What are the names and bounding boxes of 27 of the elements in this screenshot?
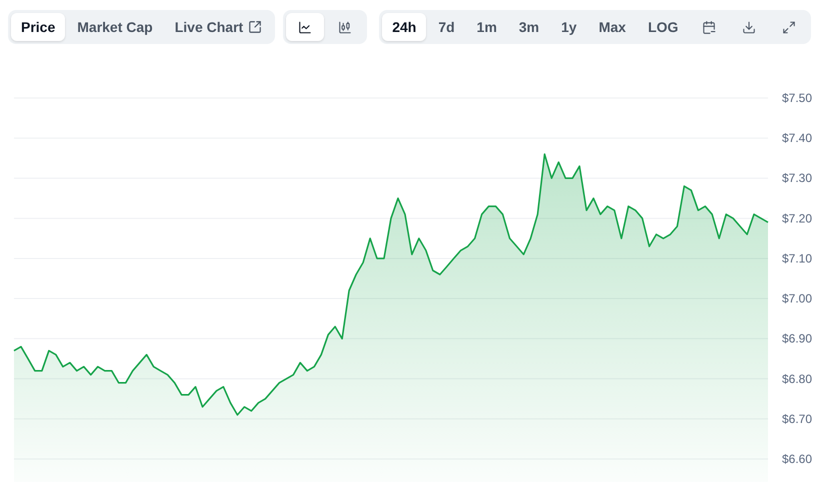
axis-label: $7.50 [782,91,812,105]
axis-label: $7.40 [782,131,812,146]
axis-label: $7.00 [782,292,812,306]
axis-label: $6.80 [782,372,812,386]
range-tab[interactable]: 24h [382,13,426,41]
candlestick-chart-icon [338,20,352,34]
range-tab[interactable]: 1m [466,13,507,41]
range-tab[interactable]: 1y [551,13,587,41]
axis-label: $6.60 [782,452,812,466]
line-chart-button[interactable] [286,13,324,41]
range-tab[interactable]: LOG [638,13,688,41]
external-link-icon [248,20,262,34]
axis-label: $6.90 [782,332,812,346]
expand-icon [782,20,796,34]
line-chart-icon [298,20,312,34]
axis-label: $7.30 [782,171,812,186]
range-tab[interactable]: 7d [428,13,465,41]
axis-label: $6.70 [782,412,812,426]
download-icon [742,20,756,34]
tab[interactable]: Market Cap [67,13,163,41]
range-tab[interactable]: 3m [508,13,550,41]
axis-label: $7.10 [782,251,812,266]
range-tab[interactable]: Max [588,13,636,41]
tab[interactable]: Live Chart [164,13,272,41]
calendar-icon [702,20,716,34]
tab[interactable]: Price [11,13,66,41]
axis-label: $7.20 [782,211,812,226]
